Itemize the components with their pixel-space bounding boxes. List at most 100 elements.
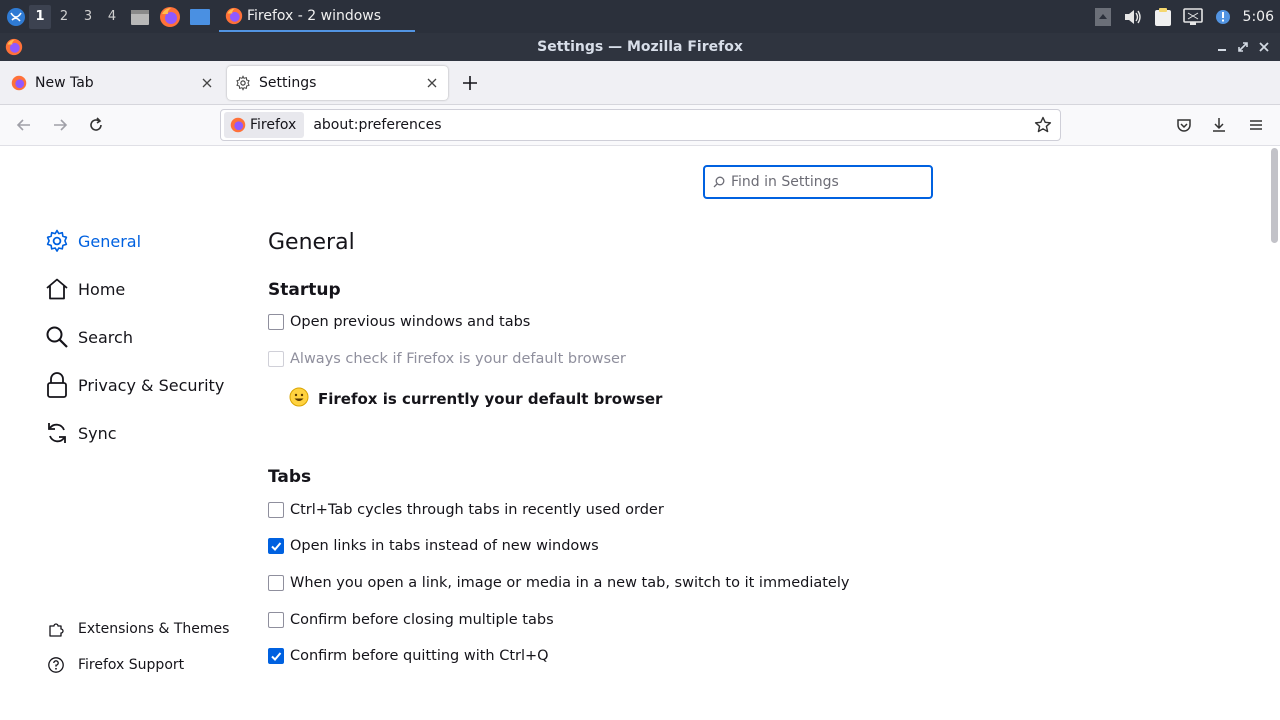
sidebar-item-privacy[interactable]: Privacy & Security (44, 369, 244, 401)
puzzle-icon (45, 618, 67, 640)
default-browser-label: Firefox is currently your default browse… (318, 390, 663, 408)
find-in-settings[interactable] (703, 165, 933, 199)
workspace-3[interactable]: 3 (77, 5, 99, 29)
confirm-close-tabs-label: Confirm before closing multiple tabs (290, 612, 554, 628)
taskbar-window-firefox[interactable]: Firefox - 2 windows (219, 1, 415, 32)
search-icon (44, 324, 70, 350)
checkmark-icon (271, 542, 282, 551)
close-tab-button[interactable] (424, 75, 440, 91)
firefox-launcher-icon[interactable] (157, 4, 183, 30)
downloads-icon[interactable] (1207, 113, 1231, 137)
sidebar-item-label: Home (78, 279, 126, 299)
tab-label: New Tab (35, 75, 94, 91)
tab-label: Settings (259, 75, 317, 91)
sidebar-item-label: Privacy & Security (78, 375, 225, 395)
workspace-4[interactable]: 4 (101, 5, 123, 29)
sidebar-item-home[interactable]: Home (44, 273, 244, 305)
firefox-support-label: Firefox Support (78, 657, 185, 673)
clipboard-icon[interactable] (1151, 5, 1175, 29)
window-title: Settings — Mozilla Firefox (537, 39, 743, 55)
maximize-button[interactable] (1233, 37, 1253, 57)
confirm-quit-checkbox[interactable] (268, 648, 284, 664)
identity-box[interactable]: Firefox (224, 112, 305, 138)
startup-heading: Startup (268, 280, 341, 300)
open-links-in-tabs-checkbox[interactable] (268, 538, 284, 554)
sidebar-item-general[interactable]: General (44, 225, 244, 257)
taskbar-window-label: Firefox - 2 windows (247, 7, 382, 24)
switch-to-new-tab-label: When you open a link, image or media in … (290, 575, 850, 591)
back-button[interactable] (12, 113, 36, 137)
window-titlebar[interactable]: Settings — Mozilla Firefox (0, 33, 1280, 61)
search-icon (713, 176, 725, 188)
close-window-button[interactable] (1254, 37, 1274, 57)
lock-icon (44, 372, 70, 398)
reload-button[interactable] (84, 113, 108, 137)
open-previous-checkbox[interactable] (268, 314, 284, 330)
home-icon (44, 276, 70, 302)
open-previous-option[interactable]: Open previous windows and tabs (268, 311, 530, 333)
always-check-default-label: Always check if Firefox is your default … (290, 351, 626, 367)
new-tab-button[interactable] (458, 71, 482, 95)
open-links-in-tabs-option[interactable]: Open links in tabs instead of new window… (268, 535, 599, 557)
always-check-default-option[interactable]: Always check if Firefox is your default … (268, 348, 626, 370)
url-bar[interactable]: Firefox about:preferences (220, 109, 1061, 141)
open-links-in-tabs-label: Open links in tabs instead of new window… (290, 538, 599, 554)
ctrl-tab-label: Ctrl+Tab cycles through tabs in recently… (290, 502, 664, 518)
settings-page: General Home Search Privacy & Security S… (0, 146, 1280, 720)
sync-icon (44, 420, 70, 446)
close-tab-button[interactable] (199, 75, 215, 91)
ctrl-tab-option[interactable]: Ctrl+Tab cycles through tabs in recently… (268, 499, 664, 521)
firefox-icon (230, 117, 246, 133)
sidebar-item-search[interactable]: Search (44, 321, 244, 353)
url-text[interactable]: about:preferences (313, 117, 441, 133)
confirm-quit-label: Confirm before quitting with Ctrl+Q (290, 648, 549, 664)
firefox-icon (225, 7, 243, 24)
always-check-default-checkbox[interactable] (268, 351, 284, 367)
taskbar: 1 2 3 4 Firefox - 2 windows 5:06 (0, 0, 1280, 33)
default-browser-status: Firefox is currently your default browse… (289, 387, 662, 411)
tab-settings[interactable]: Settings (227, 66, 448, 100)
tab-strip: New Tab Settings (0, 61, 1280, 105)
ctrl-tab-checkbox[interactable] (268, 502, 284, 518)
sidebar-item-label: Search (78, 327, 133, 347)
sidebar-item-sync[interactable]: Sync (44, 417, 244, 449)
scrollbar-thumb[interactable] (1271, 148, 1278, 243)
confirm-close-tabs-option[interactable]: Confirm before closing multiple tabs (268, 609, 554, 631)
smiley-icon (289, 387, 309, 411)
distro-logo-icon[interactable] (5, 6, 27, 28)
clock[interactable]: 5:06 (1243, 9, 1274, 25)
volume-icon[interactable] (1121, 5, 1145, 29)
system-tray: 5:06 (1091, 0, 1280, 33)
firefox-icon (11, 75, 27, 91)
eject-icon[interactable] (1091, 5, 1115, 29)
identity-label: Firefox (250, 117, 297, 133)
sidebar-item-label: Sync (78, 423, 117, 443)
switch-to-new-tab-checkbox[interactable] (268, 575, 284, 591)
network-icon[interactable] (1181, 5, 1205, 29)
switch-to-new-tab-option[interactable]: When you open a link, image or media in … (268, 572, 849, 594)
file-manager-icon[interactable] (127, 4, 153, 30)
sidebar-item-label: General (78, 231, 142, 251)
firefox-support-link[interactable]: Firefox Support (45, 653, 184, 677)
pocket-icon[interactable] (1172, 113, 1196, 137)
workspace-2[interactable]: 2 (53, 5, 75, 29)
page-scrollbar[interactable] (1268, 146, 1280, 720)
firefox-icon (5, 38, 23, 56)
find-in-settings-input[interactable] (731, 174, 921, 190)
gear-icon (44, 228, 70, 254)
navigation-toolbar: Firefox about:preferences (0, 105, 1280, 146)
bookmark-star-icon[interactable] (1032, 114, 1054, 136)
open-previous-label: Open previous windows and tabs (290, 314, 531, 330)
notification-icon[interactable] (1211, 5, 1235, 29)
tab-new-tab[interactable]: New Tab (3, 66, 223, 100)
confirm-quit-option[interactable]: Confirm before quitting with Ctrl+Q (268, 645, 549, 667)
tabs-heading: Tabs (268, 467, 312, 487)
menu-icon[interactable] (1244, 113, 1268, 137)
desktop-icon[interactable] (187, 4, 213, 30)
extensions-themes-link[interactable]: Extensions & Themes (45, 617, 229, 641)
forward-button[interactable] (48, 113, 72, 137)
minimize-button[interactable] (1212, 37, 1232, 57)
workspace-1[interactable]: 1 (29, 4, 51, 29)
gear-icon (236, 75, 250, 91)
confirm-close-tabs-checkbox[interactable] (268, 612, 284, 628)
